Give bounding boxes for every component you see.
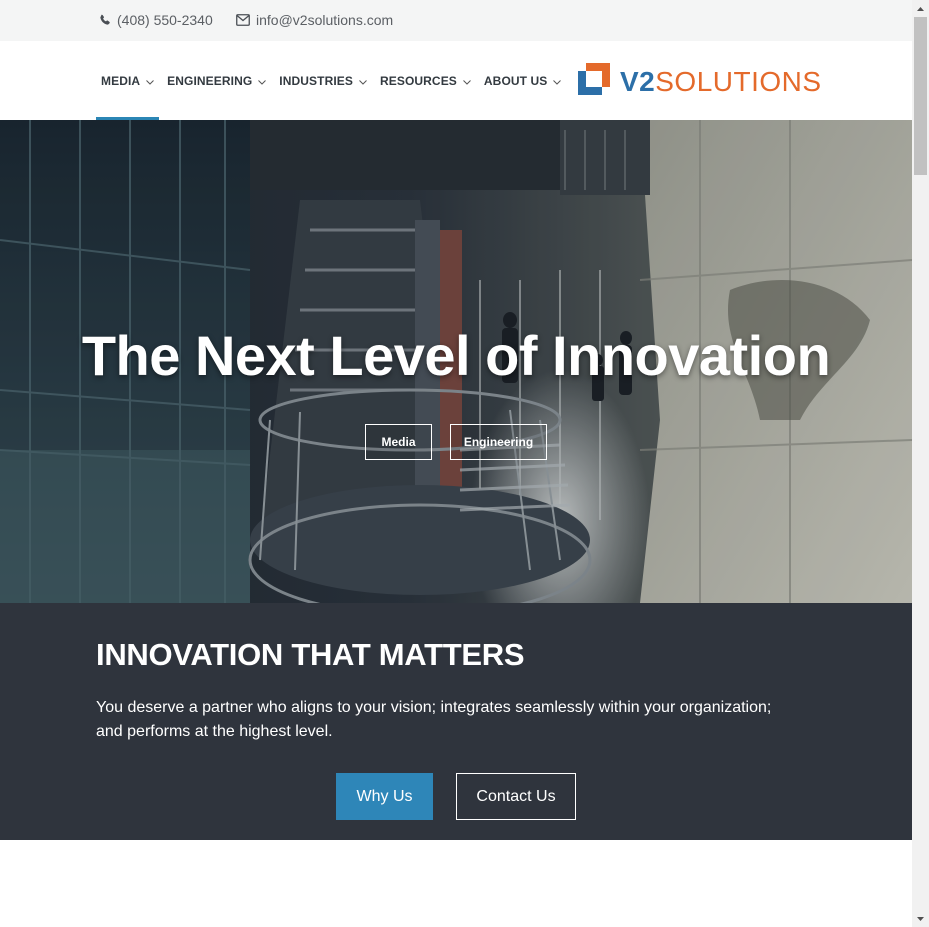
scroll-up-arrow-icon[interactable] <box>912 0 929 17</box>
chevron-down-icon <box>463 74 471 88</box>
phone-icon <box>99 14 111 26</box>
chevron-down-icon <box>359 74 367 88</box>
nav-item-label: INDUSTRIES <box>279 73 353 88</box>
chevron-down-icon <box>258 74 267 88</box>
nav-item-label: ENGINEERING <box>167 73 253 88</box>
logo-wordmark-bold: V2 <box>620 65 656 97</box>
hero-button-group: Media Engineering <box>0 424 912 460</box>
nav-item-engineering[interactable]: ENGINEERING <box>162 41 271 120</box>
company-logo[interactable]: V2SOLUTIONS <box>576 61 822 102</box>
section-body: You deserve a partner who aligns to your… <box>96 699 772 740</box>
hero-banner: The Next Level of Innovation Media Engin… <box>0 120 912 603</box>
logo-wordmark: V2SOLUTIONS <box>620 65 822 97</box>
hero-engineering-button[interactable]: Engineering <box>450 424 547 460</box>
main-nav: MEDIA ENGINEERING INDUSTRIES RESOURCES A… <box>96 41 569 120</box>
logo-mark-icon <box>576 61 612 102</box>
nav-item-label: ABOUT US <box>483 73 548 88</box>
site-header: MEDIA ENGINEERING INDUSTRIES RESOURCES A… <box>0 41 912 120</box>
innovation-section: INNOVATION THAT MATTERS You deserve a pa… <box>0 603 912 840</box>
nav-item-label: MEDIA <box>101 73 141 88</box>
logo-wordmark-light: SOLUTIONS <box>655 65 822 97</box>
scroll-down-arrow-icon[interactable] <box>912 910 929 927</box>
hero-title: The Next Level of Innovation <box>81 324 831 387</box>
section-heading: INNOVATION THAT MATTERS <box>96 637 525 672</box>
nav-item-media[interactable]: MEDIA <box>96 41 160 120</box>
why-us-button[interactable]: Why Us <box>336 773 433 820</box>
phone-link[interactable]: (408) 550-2340 <box>99 12 213 28</box>
nav-item-industries[interactable]: INDUSTRIES <box>274 41 372 120</box>
nav-item-about-us[interactable]: ABOUT US <box>479 41 566 120</box>
vertical-scrollbar[interactable] <box>912 0 929 927</box>
scrollbar-thumb[interactable] <box>914 17 927 175</box>
chevron-down-icon <box>553 74 562 88</box>
email-link[interactable]: info@v2solutions.com <box>236 12 393 28</box>
contact-us-button[interactable]: Contact Us <box>456 773 576 820</box>
nav-item-resources[interactable]: RESOURCES <box>375 41 476 120</box>
envelope-icon <box>236 14 250 26</box>
chevron-down-icon <box>146 74 155 88</box>
contact-bar: (408) 550-2340 info@v2solutions.com <box>0 0 912 41</box>
nav-item-label: RESOURCES <box>379 73 457 88</box>
email-address: info@v2solutions.com <box>256 12 394 28</box>
hero-media-button[interactable]: Media <box>365 424 432 460</box>
phone-number: (408) 550-2340 <box>117 12 213 28</box>
